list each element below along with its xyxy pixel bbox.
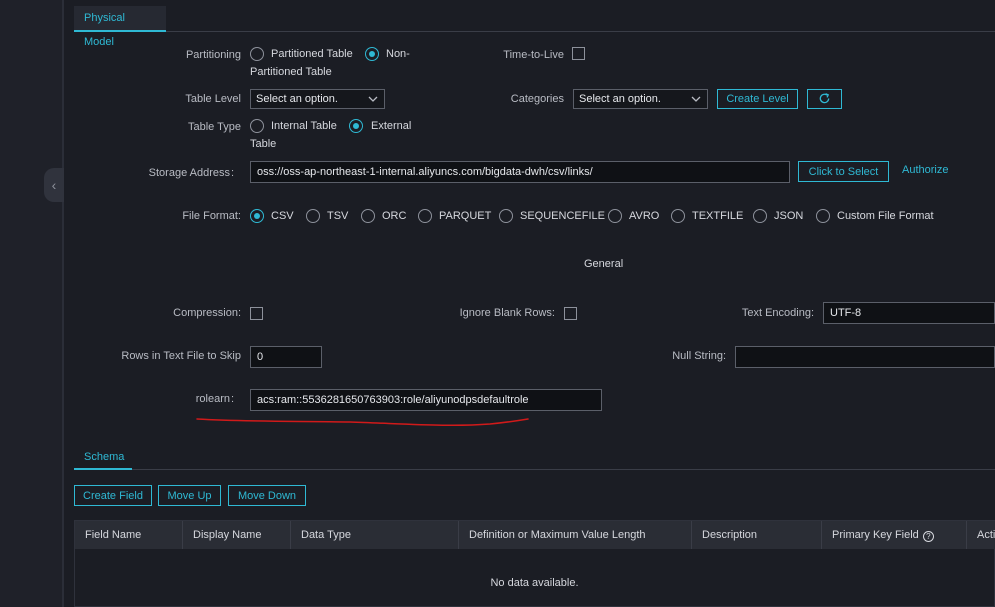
red-underline-annotation xyxy=(196,418,529,427)
tab-schema[interactable]: Schema xyxy=(74,448,132,470)
column-header-field-name[interactable]: Field Name xyxy=(75,521,183,549)
radio-internal-table-label: Internal Table xyxy=(271,120,337,132)
table-level-select[interactable]: Select an option. xyxy=(250,89,385,109)
create-level-button[interactable]: Create Level xyxy=(717,89,798,109)
column-header-definition[interactable]: Definition or Maximum Value Length xyxy=(459,521,692,549)
column-header-description[interactable]: Description xyxy=(692,521,822,549)
schema-table-header: Field Name Display Name Data Type Defini… xyxy=(75,521,995,549)
top-tabbar: Physical Model xyxy=(74,0,995,48)
rows-to-skip-label: Rows in Text File to Skip xyxy=(121,350,241,362)
ignore-blank-rows-checkbox[interactable] xyxy=(564,307,577,320)
chevron-left-icon: ‹ xyxy=(51,177,57,193)
ignore-blank-rows-label: Ignore Blank Rows: xyxy=(459,307,555,319)
radio-format-json-label: JSON xyxy=(774,210,804,222)
null-string-label: Null String: xyxy=(672,350,726,362)
radio-format-orc-label: ORC xyxy=(382,210,407,222)
table-level-select-value: Select an option. xyxy=(256,93,338,105)
refresh-button[interactable] xyxy=(807,89,842,109)
radio-non-partitioned-table[interactable] xyxy=(365,47,379,61)
radio-format-json[interactable] xyxy=(753,209,767,223)
column-header-primary-key[interactable]: Primary Key Field? xyxy=(822,521,967,549)
radio-format-avro[interactable] xyxy=(608,209,622,223)
storage-address-label: Storage Address xyxy=(148,167,230,179)
radio-external-table-label-line1: External xyxy=(371,120,412,132)
radio-partitioned-table-label: Partitioned Table xyxy=(271,48,353,60)
partitioning-label: Partitioning xyxy=(185,49,241,61)
create-field-button[interactable]: Create Field xyxy=(74,485,152,506)
storage-address-colon: : xyxy=(231,167,235,179)
column-header-display-name[interactable]: Display Name xyxy=(183,521,291,549)
column-header-data-type[interactable]: Data Type xyxy=(291,521,459,549)
radio-format-orc[interactable] xyxy=(361,209,375,223)
table-level-label: Table Level xyxy=(185,93,241,105)
text-encoding-input[interactable]: UTF-8 xyxy=(823,302,995,324)
authorize-link[interactable]: Authorize xyxy=(902,164,948,176)
click-to-select-button[interactable]: Click to Select xyxy=(798,161,889,182)
radio-format-csv-label: CSV xyxy=(271,210,294,222)
radio-format-custom-label: Custom File Format xyxy=(837,210,934,222)
compression-checkbox[interactable] xyxy=(250,307,263,320)
null-string-input[interactable] xyxy=(735,346,995,368)
radio-external-table[interactable] xyxy=(349,119,363,133)
ttl-checkbox[interactable] xyxy=(572,47,585,60)
radio-format-csv[interactable] xyxy=(250,209,264,223)
radio-format-sequencefile[interactable] xyxy=(499,209,513,223)
help-circle-icon[interactable]: ? xyxy=(922,531,934,542)
column-header-primary-key-label: Primary Key Field xyxy=(832,529,919,541)
rows-to-skip-input[interactable]: 0 xyxy=(250,346,322,368)
schema-table: Field Name Display Name Data Type Defini… xyxy=(74,520,995,607)
compression-label: Compression: xyxy=(173,307,241,319)
general-heading: General xyxy=(584,258,624,270)
rail-divider xyxy=(62,0,64,607)
file-format-label: File Format: xyxy=(182,210,241,222)
move-down-button[interactable]: Move Down xyxy=(228,485,306,506)
categories-label: Categories xyxy=(510,93,564,105)
radio-format-parquet-label: PARQUET xyxy=(439,210,492,222)
radio-non-partitioned-label-line2: Partitioned Table xyxy=(250,66,332,78)
table-empty-state: No data available. xyxy=(490,577,579,589)
left-rail xyxy=(0,0,62,607)
categories-select[interactable]: Select an option. xyxy=(573,89,708,109)
text-encoding-label: Text Encoding: xyxy=(741,307,814,319)
rolearn-input[interactable]: acs:ram::5536281650763903:role/aliyunodp… xyxy=(250,389,602,411)
chevron-down-icon xyxy=(368,96,378,102)
tab-physical-model[interactable]: Physical Model xyxy=(74,6,166,48)
column-header-actions[interactable]: Acti xyxy=(967,521,995,549)
chevron-down-icon xyxy=(691,96,701,102)
radio-format-avro-label: AVRO xyxy=(629,210,660,222)
schema-tabbar: Schema xyxy=(74,448,995,470)
radio-format-tsv[interactable] xyxy=(306,209,320,223)
refresh-icon xyxy=(819,93,830,104)
categories-select-value: Select an option. xyxy=(579,93,661,105)
ttl-label: Time-to-Live xyxy=(503,49,564,61)
radio-format-sequencefile-label: SEQUENCEFILE xyxy=(520,210,605,222)
storage-address-input[interactable]: oss://oss-ap-northeast-1-internal.aliyun… xyxy=(250,161,790,183)
radio-external-table-label-line2: Table xyxy=(250,138,277,150)
radio-format-tsv-label: TSV xyxy=(327,210,349,222)
radio-format-custom[interactable] xyxy=(816,209,830,223)
radio-format-parquet[interactable] xyxy=(418,209,432,223)
radio-partitioned-table[interactable] xyxy=(250,47,264,61)
table-type-label: Table Type xyxy=(187,121,241,133)
rolearn-label: rolearn xyxy=(195,393,230,405)
move-up-button[interactable]: Move Up xyxy=(158,485,221,506)
rolearn-colon: : xyxy=(231,393,235,405)
radio-non-partitioned-label-line1: Non- xyxy=(386,48,410,60)
collapse-sidebar-button[interactable]: ‹ xyxy=(44,168,64,202)
radio-format-textfile[interactable] xyxy=(671,209,685,223)
radio-format-textfile-label: TEXTFILE xyxy=(692,210,744,222)
radio-internal-table[interactable] xyxy=(250,119,264,133)
